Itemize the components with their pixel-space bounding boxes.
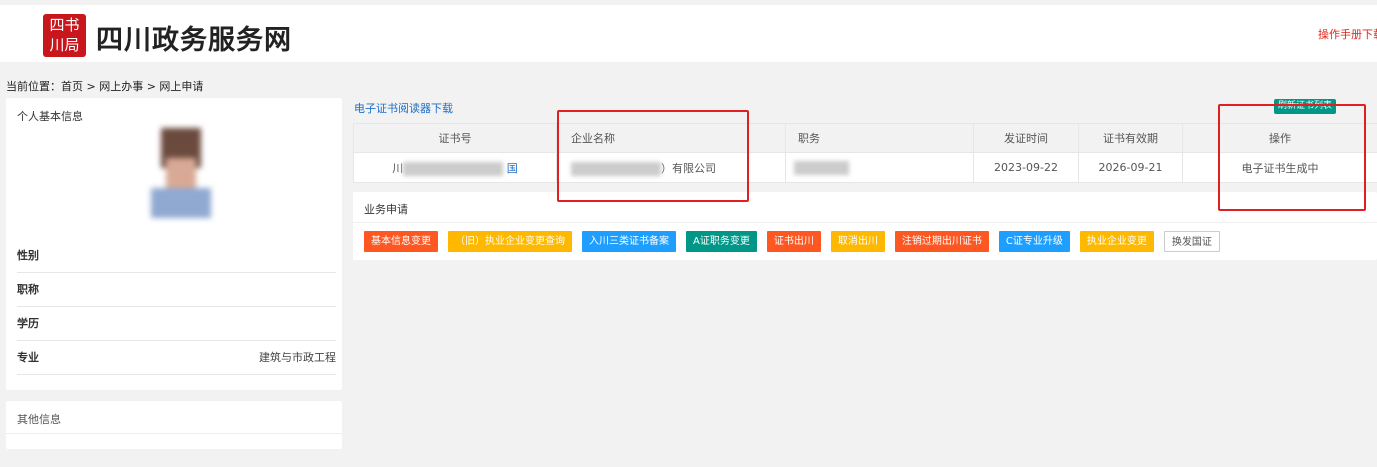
reader-download-link[interactable]: 电子证书阅读器下载 — [354, 100, 453, 116]
other-info-panel: 其他信息 — [6, 401, 342, 449]
business-button[interactable]: 基本信息变更 — [364, 231, 438, 252]
cert-no-cell[interactable]: 川 国 — [353, 152, 557, 183]
business-buttons: 基本信息变更 （旧）执业企业变更查询 入川三类证书备案 A证职务变更 证书出川 取消出川注… — [364, 231, 1220, 252]
breadcrumb: 当前位置：首页 > 网上办事 > 网上申请 — [6, 80, 204, 93]
site-logo[interactable]: 四书 川局 — [43, 14, 86, 57]
col-expiry: 证书有效期 — [1078, 123, 1183, 153]
field-major: 专业 建筑与市政工程 — [17, 341, 336, 375]
col-position: 职务 — [785, 123, 974, 153]
business-button[interactable]: （旧）执业企业变更查询 — [448, 231, 572, 252]
panel-title: 业务申请 — [364, 203, 408, 216]
business-button[interactable]: 取消出川 — [830, 231, 885, 252]
annotation-box-company — [557, 110, 749, 202]
position-cell — [785, 152, 974, 183]
manual-download-link[interactable]: 操作手册下载 — [1318, 26, 1377, 42]
expiry-cell: 2026-09-21 — [1078, 152, 1183, 183]
business-button[interactable]: 执业企业变更 — [1079, 231, 1154, 252]
business-button[interactable]: A证职务变更 — [686, 231, 757, 252]
personal-info-panel: 个人基本信息 性别 职称 学历 专业 建筑与市政工程 — [6, 98, 342, 390]
annotation-box-action — [1218, 104, 1366, 211]
divider — [6, 433, 342, 434]
panel-title: 个人基本信息 — [17, 110, 83, 123]
field-education: 学历 — [17, 307, 336, 341]
avatar — [151, 128, 211, 228]
field-gender: 性别 — [17, 239, 336, 273]
panel-title: 其他信息 — [17, 413, 61, 426]
business-button[interactable]: 换发国证 — [1163, 231, 1220, 252]
business-button[interactable]: 入川三类证书备案 — [582, 231, 676, 252]
site-title: 四川政务服务网 — [96, 25, 292, 56]
divider — [353, 222, 1377, 223]
col-issue-date: 发证时间 — [973, 123, 1079, 153]
business-button[interactable]: 注销过期出川证书 — [894, 231, 989, 252]
col-cert-no: 证书号 — [353, 123, 557, 153]
business-button[interactable]: C证专业升级 — [998, 231, 1070, 252]
business-button[interactable]: 证书出川 — [766, 231, 821, 252]
field-title: 职称 — [17, 273, 336, 307]
issue-date-cell: 2023-09-22 — [973, 152, 1079, 183]
